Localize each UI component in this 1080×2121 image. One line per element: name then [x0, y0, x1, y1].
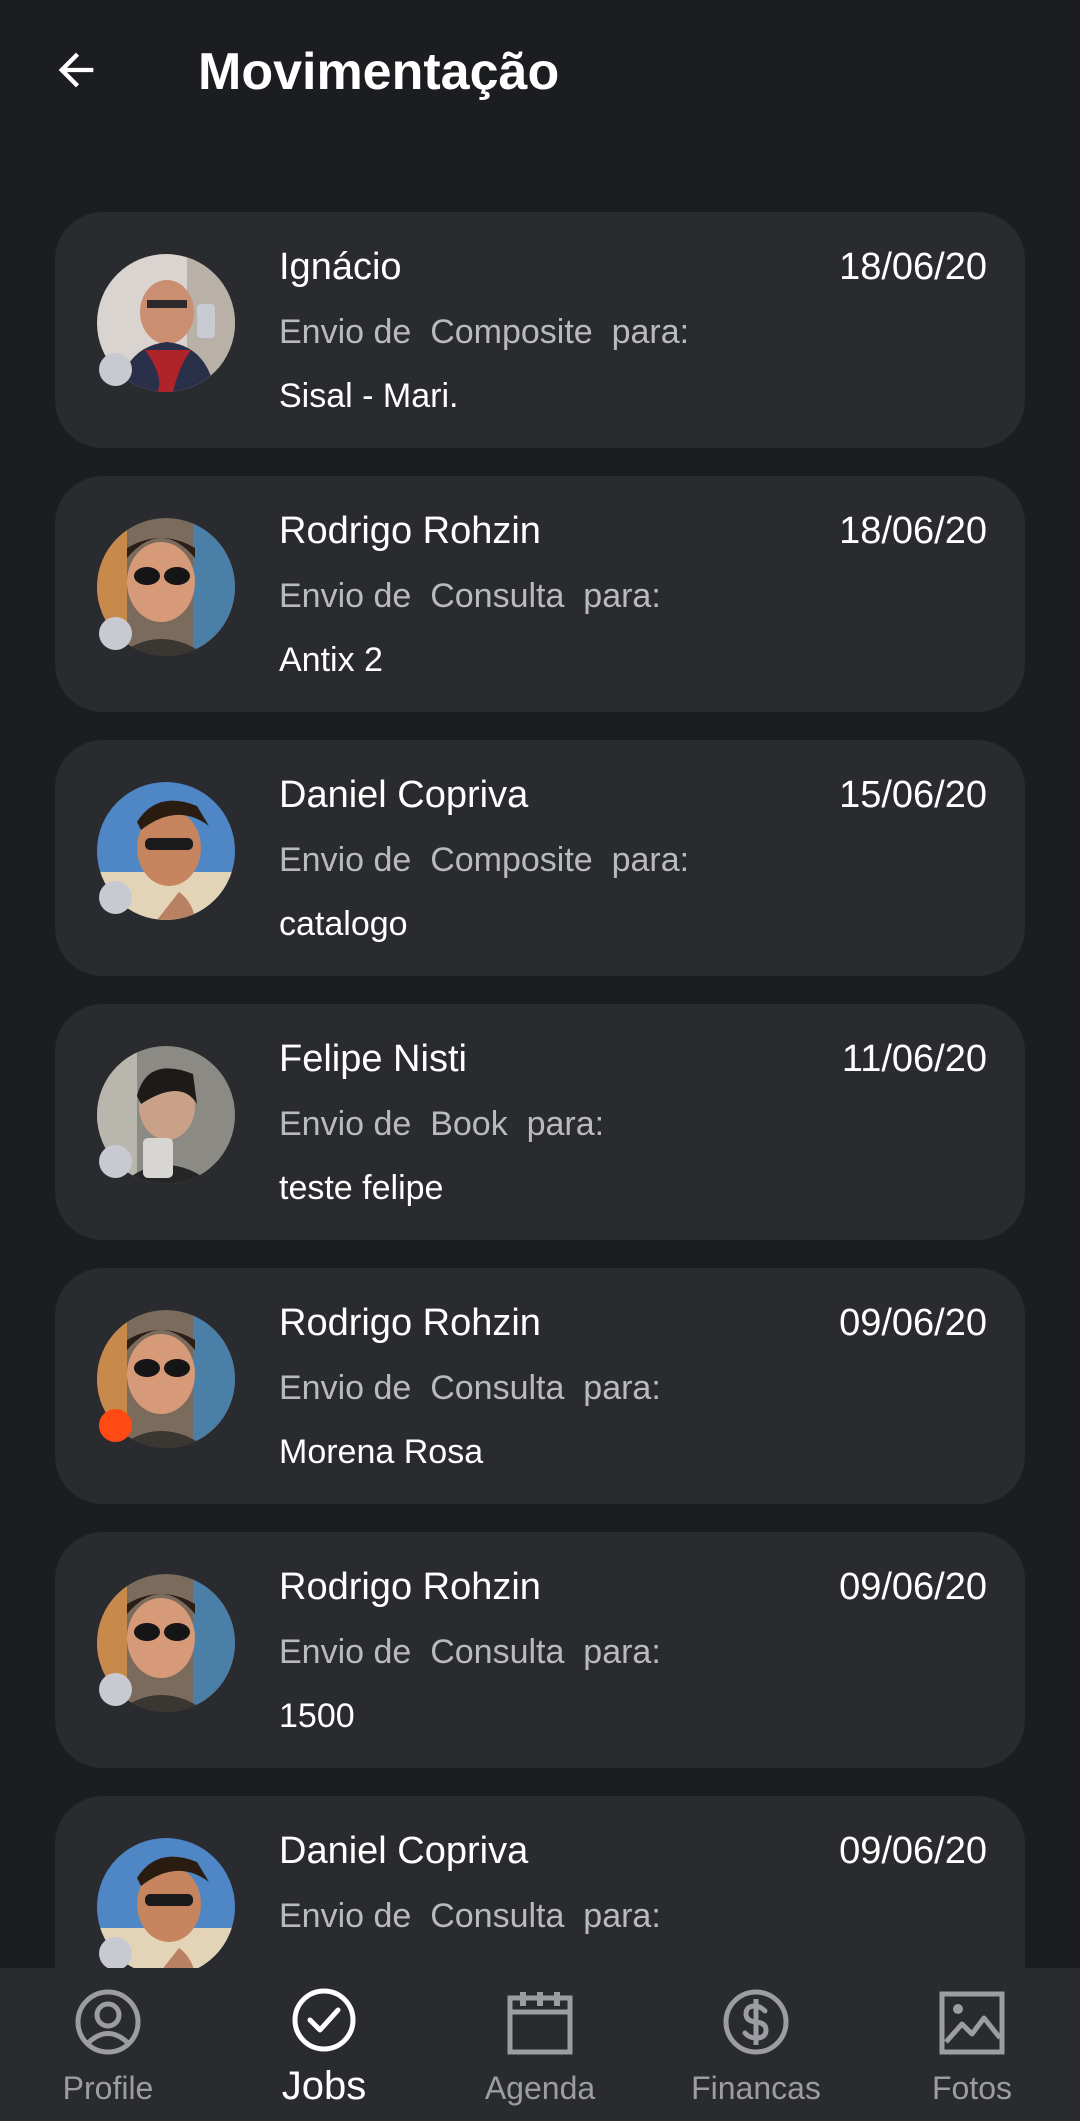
status-dot [99, 1673, 132, 1706]
item-date: 11/06/20 [841, 1038, 987, 1080]
avatar-container [97, 1838, 235, 1968]
item-date: 09/06/20 [839, 1830, 987, 1872]
profile-icon [75, 1989, 141, 2055]
avatar-container [97, 254, 235, 392]
list-item[interactable]: Daniel Copriva 15/06/20 Envio de Composi… [55, 740, 1025, 976]
dollar-icon [723, 1989, 789, 2055]
app-screen: Movimentação Ignácio 18/06/20 Envio de C… [0, 0, 1080, 2121]
bottom-navigation: Profile Jobs Agenda Financas Fotos [0, 1968, 1080, 2121]
avatar-container [97, 1310, 235, 1448]
unread-status-dot [99, 1409, 132, 1442]
calendar-icon [507, 1992, 573, 2055]
avatar-container [97, 1046, 235, 1184]
sender-name: Rodrigo Rohzin [279, 1566, 541, 1608]
item-date: 09/06/20 [839, 1302, 987, 1344]
nav-item-fotos[interactable]: Fotos [864, 1968, 1080, 2121]
item-target: 1500 [279, 1697, 355, 1735]
sender-name: Ignácio [279, 246, 402, 288]
status-dot [99, 1145, 132, 1178]
page-title: Movimentação [198, 43, 560, 101]
avatar-container [97, 782, 235, 920]
check-circle-icon [292, 1988, 356, 2052]
list-item[interactable]: Felipe Nisti 11/06/20 Envio de Book para… [55, 1004, 1025, 1240]
sender-name: Daniel Copriva [279, 774, 529, 816]
back-button[interactable] [36, 30, 116, 110]
item-description: Envio de Composite para: [279, 313, 690, 351]
nav-label: Agenda [484, 2070, 596, 2106]
item-description: Envio de Book para: [279, 1105, 605, 1143]
item-target: catalogo [279, 905, 408, 943]
item-target: teste felipe [279, 1169, 444, 1207]
nav-item-jobs[interactable]: Jobs [216, 1968, 432, 2121]
item-description: Envio de Consulta para: [279, 1897, 661, 1935]
status-dot [99, 617, 132, 650]
item-date: 18/06/20 [839, 510, 987, 552]
sender-name: Daniel Copriva [279, 1830, 529, 1872]
item-target: Antix 2 [279, 641, 383, 679]
item-description: Envio de Composite para: [279, 841, 690, 879]
item-target: Sisal - Mari. [279, 377, 459, 415]
nav-label: Fotos [931, 2070, 1013, 2106]
status-dot [99, 1937, 132, 1968]
nav-item-financas[interactable]: Financas [648, 1968, 864, 2121]
nav-item-profile[interactable]: Profile [0, 1968, 216, 2121]
item-target: Morena Rosa [279, 1433, 484, 1471]
avatar-container [97, 518, 235, 656]
item-description: Envio de Consulta para: [279, 1633, 661, 1671]
item-description: Envio de Consulta para: [279, 577, 661, 615]
status-dot [99, 881, 132, 914]
avatar-container [97, 1574, 235, 1712]
sender-name: Felipe Nisti [279, 1038, 467, 1080]
item-description: Envio de Consulta para: [279, 1369, 661, 1407]
top-app-bar: Movimentação [0, 0, 1080, 145]
list-item[interactable]: Daniel Copriva 09/06/20 Envio de Consult… [55, 1796, 1025, 1968]
nav-label: Jobs [281, 2064, 367, 2108]
movement-list[interactable]: Ignácio 18/06/20 Envio de Composite para… [55, 212, 1025, 1968]
list-item[interactable]: Rodrigo Rohzin 18/06/20 Envio de Consult… [55, 476, 1025, 712]
list-item[interactable]: Rodrigo Rohzin 09/06/20 Envio de Consult… [55, 1532, 1025, 1768]
sender-name: Rodrigo Rohzin [279, 1302, 541, 1344]
item-date: 09/06/20 [839, 1566, 987, 1608]
list-item[interactable]: Rodrigo Rohzin 09/06/20 Envio de Consult… [55, 1268, 1025, 1504]
nav-label: Financas [691, 2070, 821, 2106]
arrow-left-icon [58, 52, 94, 88]
nav-label: Profile [62, 2070, 154, 2106]
item-date: 15/06/20 [839, 774, 987, 816]
status-dot [99, 353, 132, 386]
sender-name: Rodrigo Rohzin [279, 510, 541, 552]
list-item[interactable]: Ignácio 18/06/20 Envio de Composite para… [55, 212, 1025, 448]
image-icon [939, 1991, 1005, 2055]
nav-item-agenda[interactable]: Agenda [432, 1968, 648, 2121]
item-date: 18/06/20 [839, 246, 987, 288]
